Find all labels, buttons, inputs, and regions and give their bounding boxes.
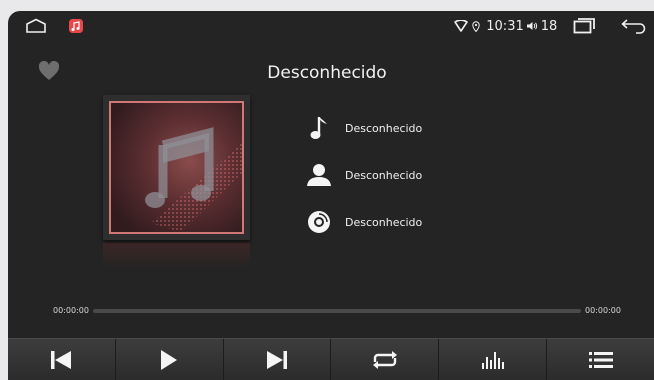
equalizer-icon (481, 352, 504, 369)
song-row: Desconhecido (305, 113, 422, 143)
artist-name: Desconhecido (345, 168, 423, 182)
artist-row: Desconhecido (305, 160, 422, 190)
location-icon (471, 11, 481, 41)
recents-icon[interactable] (571, 11, 597, 41)
total-time: 00:00:00 (585, 306, 621, 315)
repeat-icon (372, 351, 397, 369)
person-icon (305, 161, 333, 189)
volume-level: 18 (540, 18, 558, 34)
previous-button[interactable] (8, 339, 116, 380)
elapsed-time: 00:00:00 (53, 306, 89, 315)
repeat-button[interactable] (331, 339, 440, 380)
skip-previous-icon (51, 351, 72, 369)
equalizer-button[interactable] (439, 339, 548, 380)
album-art-reflection (103, 243, 250, 269)
play-icon (161, 350, 178, 370)
song-name: Desconhecido (345, 121, 423, 135)
next-button[interactable] (224, 339, 332, 380)
track-title: Desconhecido (267, 63, 387, 83)
disc-icon (305, 208, 333, 236)
progress-bar[interactable] (93, 309, 581, 313)
home-outline-icon[interactable] (23, 11, 49, 41)
album-row: Desconhecido (305, 207, 422, 237)
clock: 10:31 (486, 18, 524, 34)
playback-controls (8, 338, 654, 380)
album-name: Desconhecido (345, 215, 423, 229)
skip-next-icon (267, 351, 288, 369)
status-bar: 10:31 18 (8, 11, 654, 41)
music-note-icon (305, 114, 333, 142)
play-button[interactable] (116, 339, 224, 380)
album-art (103, 95, 250, 240)
wifi-icon (453, 11, 469, 41)
speaker-icon (525, 11, 539, 41)
playlist-button[interactable] (547, 339, 654, 380)
back-arrow-icon[interactable] (620, 11, 648, 41)
playlist-icon (588, 352, 613, 368)
music-app-icon[interactable] (66, 11, 86, 41)
music-player-screen: 10:31 18 Desconhecido Desconhecido Desco… (8, 11, 654, 380)
